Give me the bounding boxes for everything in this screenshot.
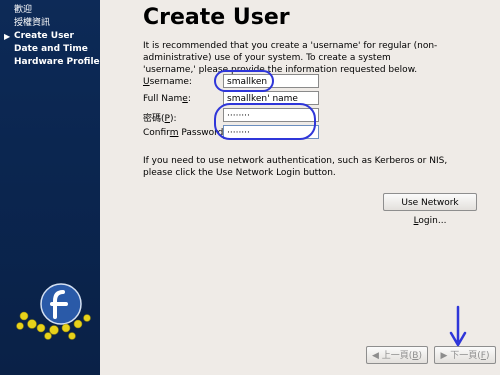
intro-text: It is recommended that you create a 'use… <box>143 41 438 75</box>
sidebar: 歡迎 授權資訊 ▶ Create User Date and Time Hard… <box>0 0 101 375</box>
sidebar-item-label: 歡迎 <box>14 5 33 15</box>
use-network-login-button[interactable]: Use Network Login... <box>383 193 477 226</box>
username-label: Username: <box>143 77 192 87</box>
page-title: Create User <box>143 5 290 30</box>
password-label: 密碼(P): <box>143 114 177 124</box>
sidebar-item-hardware-profile: Hardware Profile <box>0 56 100 69</box>
sidebar-item-label: 授權資訊 <box>14 18 51 28</box>
sidebar-item-welcome: 歡迎 <box>0 4 100 17</box>
sidebar-item-label: Hardware Profile <box>14 57 100 67</box>
annotation-arrow-icon <box>449 305 467 347</box>
annotation-oval-username <box>214 70 274 92</box>
sidebar-item-label: Date and Time <box>14 44 88 54</box>
back-arrow-icon: ◀ <box>371 351 379 361</box>
back-button[interactable]: ◀ 上一頁(B) <box>366 346 428 364</box>
confirm-password-label: Confirm Password: <box>143 128 227 138</box>
sidebar-nav: 歡迎 授權資訊 ▶ Create User Date and Time Hard… <box>0 4 100 69</box>
main-panel: Create User It is recommended that you c… <box>100 0 500 375</box>
sidebar-item-date-time: Date and Time <box>0 43 100 56</box>
sidebar-item-license: 授權資訊 <box>0 17 100 30</box>
fedora-logo-icon <box>16 283 91 340</box>
next-arrow-icon: ▶ <box>440 351 448 361</box>
network-note-text: If you need to use network authenticatio… <box>143 156 448 178</box>
sidebar-item-create-user: ▶ Create User <box>0 30 100 43</box>
current-step-arrow-icon: ▶ <box>4 32 11 41</box>
fullname-label: Full Name: <box>143 94 191 104</box>
sidebar-item-label: Create User <box>14 31 74 41</box>
annotation-oval-password <box>214 103 316 140</box>
